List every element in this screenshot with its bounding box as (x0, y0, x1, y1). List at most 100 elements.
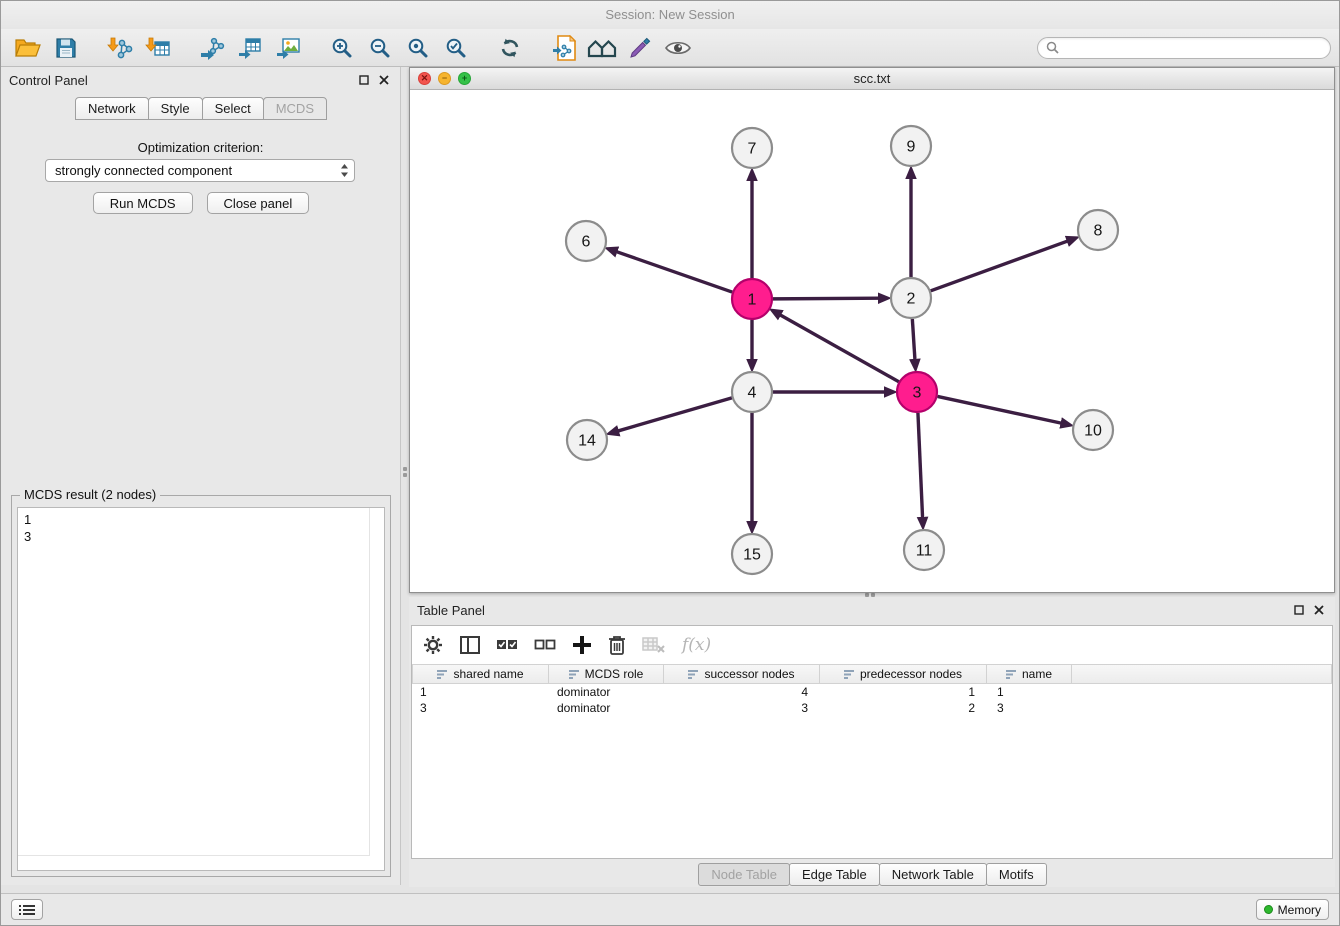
tab-select[interactable]: Select (202, 97, 264, 120)
svg-text:7: 7 (748, 141, 757, 158)
table-settings-button[interactable] (422, 634, 444, 656)
column-header-successor-nodes[interactable]: successor nodes (664, 664, 820, 684)
graph-edge[interactable] (780, 315, 899, 382)
node-table-content: f(x) shared name MCDS role successor nod… (411, 625, 1333, 859)
first-neighbors-button[interactable] (583, 33, 621, 63)
close-panel-icon[interactable] (376, 72, 392, 88)
svg-text:3: 3 (913, 385, 922, 402)
column-header-shared-name[interactable]: shared name (412, 664, 549, 684)
show-hide-button[interactable] (659, 33, 697, 63)
graph-node-3[interactable]: 3 (897, 372, 937, 412)
graph-edge[interactable] (773, 298, 879, 299)
float-table-panel-icon[interactable] (1291, 602, 1307, 618)
network-canvas[interactable]: 7 9 6 8 1 2 4 3 14 10 15 11 (410, 90, 1334, 592)
tab-style[interactable]: Style (148, 97, 203, 120)
memory-label: Memory (1278, 903, 1321, 917)
graph-node-4[interactable]: 4 (732, 372, 772, 412)
search-box[interactable] (1037, 37, 1331, 59)
tab-edge-table[interactable]: Edge Table (789, 863, 880, 886)
export-table-button[interactable] (231, 33, 269, 63)
zoom-selected-button[interactable] (437, 33, 475, 63)
zoom-out-button[interactable] (361, 33, 399, 63)
graph-edge[interactable] (918, 413, 923, 518)
refresh-icon (498, 36, 522, 60)
function-builder-button[interactable]: f(x) (682, 635, 711, 655)
run-mcds-button[interactable]: Run MCDS (93, 192, 193, 214)
float-panel-icon[interactable] (356, 72, 372, 88)
vertical-splitter-handle[interactable] (403, 473, 407, 477)
select-all-icon (496, 636, 518, 654)
graph-node-9[interactable]: 9 (891, 126, 931, 166)
export-table-icon (237, 36, 263, 60)
mcds-result-area[interactable]: 13 (17, 507, 385, 871)
table-row[interactable]: 3dominator323 (412, 700, 1332, 716)
column-header-mcds-role[interactable]: MCDS role (549, 664, 664, 684)
import-table-button[interactable] (139, 33, 177, 63)
network-graph[interactable]: 7 9 6 8 1 2 4 3 14 10 15 11 (410, 90, 1334, 592)
delete-table-button-disabled (642, 636, 666, 654)
graph-edge[interactable] (938, 396, 1062, 423)
graph-edge[interactable] (931, 241, 1068, 291)
tab-node-table[interactable]: Node Table (698, 863, 790, 886)
zoom-in-button[interactable] (323, 33, 361, 63)
graph-node-6[interactable]: 6 (566, 221, 606, 261)
table-header-row: shared name MCDS role successor nodes pr… (412, 664, 1332, 684)
export-image-button[interactable] (269, 33, 307, 63)
tab-network-table[interactable]: Network Table (879, 863, 987, 886)
search-input[interactable] (1064, 41, 1322, 55)
graph-node-7[interactable]: 7 (732, 128, 772, 168)
graph-edge[interactable] (912, 319, 915, 360)
close-table-panel-icon[interactable] (1311, 602, 1327, 618)
graph-node-8[interactable]: 8 (1078, 210, 1118, 250)
apply-style-button[interactable] (621, 33, 659, 63)
tab-mcds[interactable]: MCDS (263, 97, 327, 120)
graph-edge[interactable] (616, 252, 732, 293)
table-cell (1072, 684, 1332, 700)
window-titlebar: Session: New Session (1, 1, 1339, 29)
vertical-splitter-handle[interactable] (403, 467, 407, 471)
open-session-button[interactable] (9, 33, 47, 63)
zoom-fit-button[interactable] (399, 33, 437, 63)
graph-edge[interactable] (618, 398, 732, 431)
tab-motifs[interactable]: Motifs (986, 863, 1047, 886)
criterion-dropdown[interactable]: strongly connected component (45, 159, 355, 182)
create-column-button[interactable] (572, 635, 592, 655)
style-brush-icon (628, 36, 652, 60)
plus-icon (572, 635, 592, 655)
import-network-button[interactable] (101, 33, 139, 63)
network-window-titlebar[interactable]: scc.txt ✕ − + (410, 68, 1334, 90)
column-header-predecessor-nodes[interactable]: predecessor nodes (820, 664, 987, 684)
memory-button[interactable]: Memory (1256, 899, 1329, 920)
select-all-button[interactable] (496, 636, 518, 654)
network-window-title: scc.txt (410, 71, 1334, 86)
deselect-all-button[interactable] (534, 636, 556, 654)
sort-icon (1006, 669, 1017, 679)
svg-text:14: 14 (578, 433, 596, 450)
close-panel-button[interactable]: Close panel (207, 192, 310, 214)
table-toolbar: f(x) (412, 626, 1332, 664)
tab-network[interactable]: Network (75, 97, 149, 120)
first-neighbors-houses-icon (587, 37, 617, 59)
status-bar: Memory (1, 893, 1339, 925)
show-columns-button[interactable] (460, 636, 480, 654)
network-from-selection-button[interactable] (545, 33, 583, 63)
graph-node-2[interactable]: 2 (891, 278, 931, 318)
table-cell: 2 (820, 700, 987, 716)
delete-column-button[interactable] (608, 634, 626, 656)
graph-node-11[interactable]: 11 (904, 530, 944, 570)
save-session-button[interactable] (47, 33, 85, 63)
export-network-button[interactable] (193, 33, 231, 63)
graph-node-14[interactable]: 14 (567, 420, 607, 460)
show-panels-menu-button[interactable] (11, 899, 43, 920)
refresh-view-button[interactable] (491, 33, 529, 63)
table-row[interactable]: 1dominator411 (412, 684, 1332, 700)
graph-node-1[interactable]: 1 (732, 279, 772, 319)
table-cell: 1 (820, 684, 987, 700)
graph-node-15[interactable]: 15 (732, 534, 772, 574)
result-horizontal-scrollbar[interactable] (18, 855, 370, 856)
result-vertical-scrollbar[interactable] (369, 508, 370, 856)
graph-node-10[interactable]: 10 (1073, 410, 1113, 450)
delete-table-icon (642, 636, 666, 654)
control-panel-tabs: Network Style Select MCDS (1, 97, 400, 120)
column-header-name[interactable]: name (987, 664, 1072, 684)
